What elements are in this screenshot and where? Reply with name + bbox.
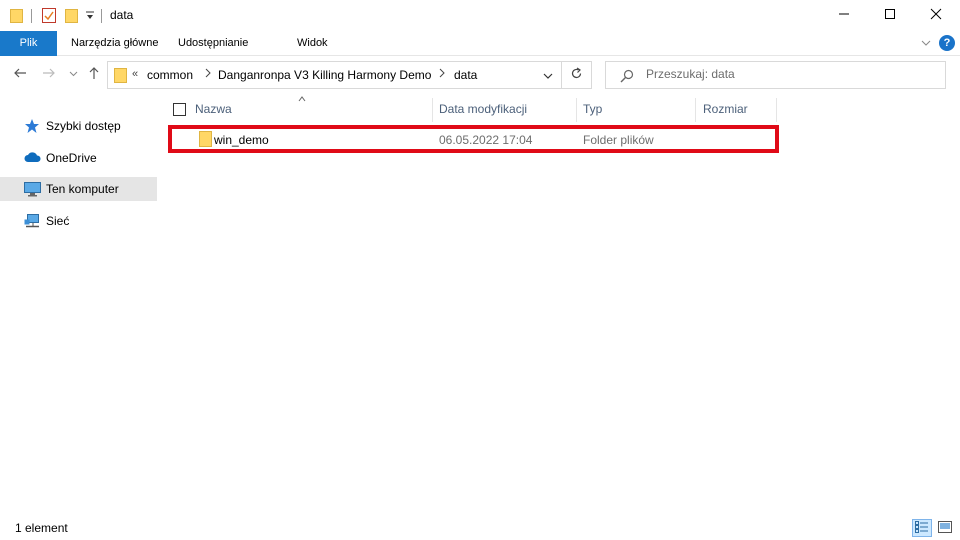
ribbon-tabs: Plik Narzędzia główne Udostępnianie Wido…: [0, 31, 960, 56]
recent-locations-button[interactable]: [64, 65, 82, 83]
tab-view[interactable]: Widok: [297, 31, 328, 56]
title-separator: [101, 9, 102, 23]
close-icon: [930, 8, 942, 23]
column-divider[interactable]: [776, 98, 777, 122]
large-icons-view-icon: [938, 520, 952, 536]
tab-home[interactable]: Narzędzia główne: [71, 31, 158, 56]
chevron-down-icon: [69, 67, 78, 81]
table-row[interactable]: win_demo 06.05.2022 17:04 Folder plików: [168, 125, 779, 153]
folder-icon: [199, 131, 213, 150]
navigation-pane: Szybki dostęp OneDrive Ten komputer Sieć: [0, 94, 158, 514]
computer-icon: [24, 181, 41, 200]
properties-icon[interactable]: [42, 8, 57, 26]
tab-share[interactable]: Udostępnianie: [178, 31, 248, 56]
file-name[interactable]: win_demo: [214, 133, 269, 147]
folder-icon: [10, 8, 24, 26]
breadcrumb-common[interactable]: common: [147, 68, 193, 82]
minimize-icon: [838, 8, 850, 23]
chevron-right-icon[interactable]: [438, 68, 446, 81]
refresh-button[interactable]: [562, 61, 592, 89]
window-title: data: [110, 8, 134, 22]
breadcrumb-data[interactable]: data: [454, 68, 477, 82]
search-input[interactable]: [646, 67, 936, 81]
up-button[interactable]: [85, 65, 103, 83]
maximize-button[interactable]: [867, 0, 913, 31]
folder-icon: [114, 68, 128, 86]
file-modified: 06.05.2022 17:04: [439, 133, 533, 147]
status-bar: 1 element: [0, 514, 960, 540]
tab-file[interactable]: Plik: [0, 31, 57, 56]
nav-item-quick-access[interactable]: Szybki dostęp: [0, 114, 157, 138]
close-button[interactable]: [913, 0, 959, 31]
column-header-type[interactable]: Typ: [583, 94, 695, 122]
search-icon: [620, 69, 634, 86]
title-bar: data: [0, 0, 960, 31]
breadcrumb-game[interactable]: Danganronpa V3 Killing Harmony Demo: [218, 68, 431, 82]
new-folder-icon[interactable]: [65, 8, 79, 26]
nav-item-label: OneDrive: [46, 151, 97, 165]
cloud-icon: [24, 150, 41, 167]
column-divider[interactable]: [432, 98, 433, 122]
minimize-button[interactable]: [821, 0, 867, 31]
select-all-checkbox[interactable]: [173, 103, 186, 116]
forward-button[interactable]: [40, 65, 58, 83]
item-count: 1 element: [15, 521, 68, 535]
quick-access-separator: [31, 9, 32, 23]
search-box[interactable]: [605, 61, 946, 89]
back-button[interactable]: [11, 65, 29, 83]
column-divider[interactable]: [695, 98, 696, 122]
nav-item-network[interactable]: Sieć: [0, 209, 157, 233]
arrow-right-icon: [42, 66, 56, 83]
help-icon[interactable]: ?: [939, 35, 955, 51]
column-header-modified[interactable]: Data modyfikacji: [439, 94, 576, 122]
customize-quick-access-icon[interactable]: [85, 10, 95, 24]
nav-item-label: Ten komputer: [46, 182, 119, 196]
address-bar[interactable]: « common Danganronpa V3 Killing Harmony …: [107, 61, 562, 89]
arrow-up-icon: [87, 66, 101, 83]
column-header-name[interactable]: Nazwa: [195, 94, 431, 122]
expand-ribbon-icon[interactable]: [920, 37, 932, 52]
file-list: Nazwa Data modyfikacji Typ Rozmiar win_d…: [160, 94, 960, 514]
arrow-left-icon: [13, 66, 27, 83]
network-icon: [24, 213, 41, 232]
star-icon: [24, 118, 40, 137]
nav-item-onedrive[interactable]: OneDrive: [0, 146, 157, 170]
file-type: Folder plików: [583, 133, 654, 147]
nav-item-label: Sieć: [46, 214, 70, 228]
maximize-icon: [884, 8, 896, 23]
details-view-icon: [915, 520, 929, 536]
chevron-right-icon[interactable]: [204, 68, 212, 81]
column-header-size[interactable]: Rozmiar: [703, 94, 775, 122]
navigation-bar: « common Danganronpa V3 Killing Harmony …: [0, 56, 960, 94]
refresh-icon: [570, 67, 583, 83]
nav-item-this-pc[interactable]: Ten komputer: [0, 177, 157, 201]
breadcrumb-overflow[interactable]: «: [132, 68, 138, 80]
address-dropdown-icon[interactable]: [542, 70, 554, 84]
details-view-button[interactable]: [912, 519, 932, 537]
column-divider[interactable]: [576, 98, 577, 122]
nav-item-label: Szybki dostęp: [46, 119, 121, 133]
large-icons-view-button[interactable]: [935, 519, 955, 537]
